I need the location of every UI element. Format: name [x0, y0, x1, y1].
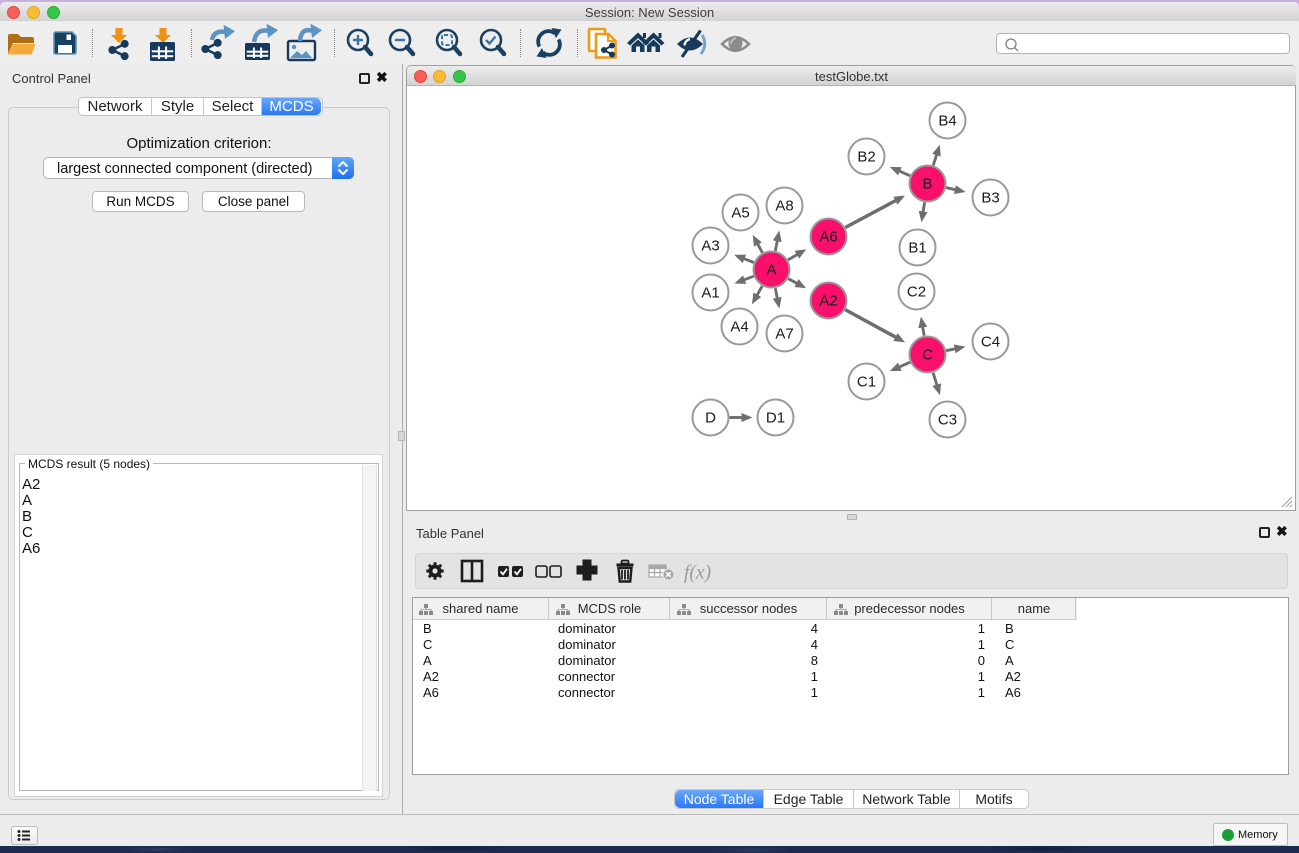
svg-text:A3: A3 — [701, 238, 719, 255]
svg-text:A: A — [766, 262, 776, 279]
svg-text:B1: B1 — [908, 240, 926, 257]
svg-text:A4: A4 — [730, 319, 748, 336]
svg-text:B3: B3 — [981, 190, 999, 207]
svg-text:B4: B4 — [938, 113, 956, 130]
svg-text:A5: A5 — [731, 205, 749, 222]
svg-text:C2: C2 — [907, 284, 926, 301]
svg-text:B: B — [922, 176, 932, 193]
svg-text:A1: A1 — [701, 285, 719, 302]
svg-text:C4: C4 — [981, 334, 1000, 351]
svg-text:C: C — [922, 347, 933, 364]
svg-text:C3: C3 — [938, 412, 957, 429]
svg-text:B2: B2 — [857, 149, 875, 166]
svg-text:f(x): f(x) — [684, 563, 711, 584]
svg-text:A8: A8 — [775, 198, 793, 215]
svg-text:D1: D1 — [766, 410, 785, 427]
svg-text:A6: A6 — [819, 229, 837, 246]
svg-text:C1: C1 — [857, 374, 876, 391]
svg-text:A7: A7 — [775, 326, 793, 343]
svg-text:D: D — [705, 410, 716, 427]
svg-text:A2: A2 — [819, 293, 837, 310]
